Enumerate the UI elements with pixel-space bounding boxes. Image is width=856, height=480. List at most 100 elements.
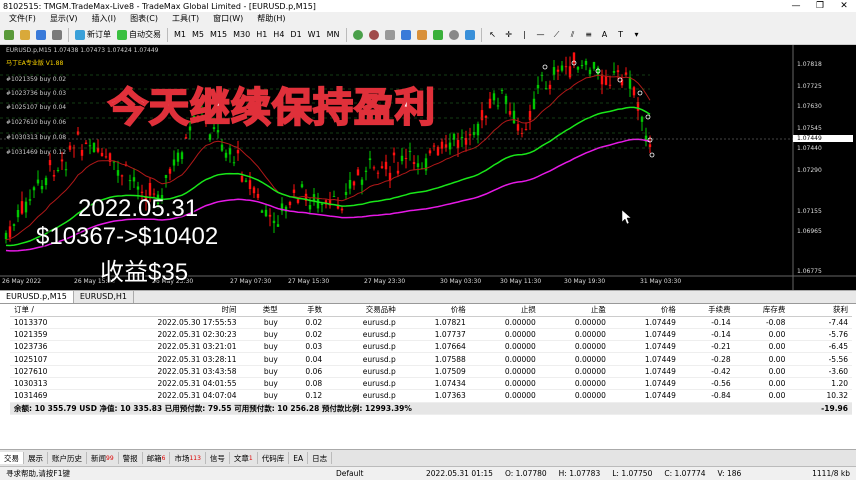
candle-body [288, 201, 292, 206]
menu-window[interactable]: 窗口(W) [206, 13, 250, 24]
candle-body [68, 145, 72, 150]
cursor-tool[interactable]: ↖ [486, 27, 500, 43]
price-chart[interactable]: EURUSD.p,M15 1.07438 1.07473 1.07424 1.0… [0, 45, 856, 290]
terminal-tab[interactable]: 文章 1 [230, 452, 258, 464]
menu-help[interactable]: 帮助(H) [250, 13, 292, 24]
status-profile[interactable]: Default [330, 469, 420, 478]
table-cell: 0.04 [281, 352, 327, 366]
indicators-button[interactable] [431, 27, 445, 43]
table-cell: 0.00000 [539, 377, 610, 391]
col-header[interactable]: 订单 / [10, 304, 85, 317]
col-header[interactable]: 价格 [399, 304, 470, 317]
terminal-tab[interactable]: 交易 [0, 452, 24, 464]
col-header[interactable]: 类型 [240, 304, 282, 317]
table-cell: -7.44 [789, 316, 852, 329]
col-header[interactable]: 手续费 [679, 304, 735, 317]
tile-windows-button[interactable] [383, 27, 397, 43]
candle-body [440, 141, 444, 149]
table-row[interactable]: 1030313 2022.05.31 04:01:55 buy 0.08 eurusd.… [10, 377, 852, 391]
candle-body [416, 163, 420, 168]
zoom-out-button[interactable] [367, 27, 381, 43]
candle-body [560, 65, 564, 71]
col-header[interactable]: 获利 [789, 304, 852, 317]
tf-h4[interactable]: H4 [271, 27, 286, 43]
menu-tools[interactable]: 工具(T) [165, 13, 206, 24]
terminal-tab[interactable]: 警报 [119, 452, 143, 464]
candle-body [244, 180, 248, 182]
candle-body [496, 105, 500, 107]
terminal-tab[interactable]: 账户历史 [48, 452, 87, 464]
terminal-tab[interactable]: 邮箱 6 [143, 452, 171, 464]
text-tool[interactable]: A [598, 27, 612, 43]
terminal-tab[interactable]: 信号 [206, 452, 230, 464]
tf-m30[interactable]: M30 [231, 27, 252, 43]
chart-tab-eurusd-h1[interactable]: EURUSD,H1 [74, 291, 135, 303]
navigator-button[interactable] [50, 27, 64, 43]
terminal-tab[interactable]: 展示 [24, 452, 48, 464]
trendline-tool[interactable]: ⟋ [550, 27, 564, 43]
autoscroll-button[interactable] [399, 27, 413, 43]
candle-body [164, 175, 168, 178]
minimize-button[interactable]: — [784, 1, 808, 11]
table-row[interactable]: 1021359 2022.05.31 02:30:23 buy 0.02 eurusd.… [10, 328, 852, 342]
crosshair-tool[interactable]: ✛ [502, 27, 516, 43]
time-label: 27 May 23:30 [364, 278, 406, 285]
col-header[interactable]: 手数 [281, 304, 327, 317]
horizontal-line-tool[interactable]: — [534, 27, 548, 43]
label-tool[interactable]: T [614, 27, 628, 43]
equidistant-channel-tool[interactable]: ⫽ [566, 27, 580, 43]
candle-body [400, 155, 404, 162]
col-header[interactable]: 交易品种 [326, 304, 400, 317]
menu-insert[interactable]: 插入(I) [85, 13, 124, 24]
menu-file[interactable]: 文件(F) [2, 13, 43, 24]
arrow-tool[interactable]: ▾ [630, 27, 644, 43]
terminal-tab[interactable]: 代码库 [258, 452, 290, 464]
col-header[interactable]: 价格 [609, 304, 680, 317]
table-cell: eurusd.p [326, 365, 400, 378]
candle-body [180, 152, 184, 160]
maximize-button[interactable]: ❐ [808, 1, 832, 11]
periods-button[interactable] [447, 27, 461, 43]
candle-body [524, 129, 528, 131]
terminal-tab[interactable]: EA [289, 452, 309, 464]
menu-view[interactable]: 显示(V) [43, 13, 85, 24]
candle-body [24, 201, 28, 213]
tf-d1[interactable]: D1 [288, 27, 303, 43]
terminal-tab[interactable]: 市场 113 [170, 452, 206, 464]
tf-m5[interactable]: M5 [190, 27, 206, 43]
close-button[interactable]: ✕ [832, 1, 856, 11]
tf-w1[interactable]: W1 [306, 27, 323, 43]
profiles-button[interactable] [18, 27, 32, 43]
terminal-tab[interactable]: 新闻 99 [87, 452, 119, 464]
candle-body [344, 191, 348, 195]
tf-mn[interactable]: MN [325, 27, 342, 43]
col-header[interactable]: 库存费 [734, 304, 790, 317]
tf-h1[interactable]: H1 [254, 27, 269, 43]
table-row[interactable]: 1025107 2022.05.31 03:28:11 buy 0.04 eurusd.… [10, 352, 852, 366]
zoom-in-button[interactable] [351, 27, 365, 43]
autotrade-button[interactable]: 自动交易 [115, 27, 163, 43]
col-header[interactable]: 时间 [84, 304, 241, 317]
new-order-button[interactable]: 新订单 [73, 27, 113, 43]
tf-m1[interactable]: M1 [172, 27, 188, 43]
table-cell: 0.00000 [469, 389, 540, 403]
col-header[interactable]: 止盈 [539, 304, 610, 317]
chart-tab-eurusd-m15[interactable]: EURUSD.p,M15 [0, 291, 74, 303]
market-watch-button[interactable] [34, 27, 48, 43]
table-row[interactable]: 1027610 2022.05.31 03:43:58 buy 0.06 eurusd.… [10, 365, 852, 378]
table-row[interactable]: 1013370 2022.05.30 17:55:53 buy 0.02 eurusd.… [10, 316, 852, 329]
candle-body [32, 187, 36, 191]
templates-button[interactable] [463, 27, 477, 43]
menu-chart[interactable]: 图表(C) [123, 13, 165, 24]
terminal-tab[interactable]: 日志 [308, 452, 333, 464]
chart-shift-button[interactable] [415, 27, 429, 43]
new-chart-button[interactable] [2, 27, 16, 43]
col-header[interactable]: 止损 [469, 304, 540, 317]
title-bar: 8102515: TMGM.TradeMax-Live8 - TradeMax … [0, 0, 856, 12]
trade-marker [649, 152, 655, 158]
vertical-line-tool[interactable]: | [518, 27, 532, 43]
tf-m15[interactable]: M15 [208, 27, 229, 43]
fibonacci-tool[interactable]: ≡ [582, 27, 596, 43]
table-row[interactable]: 1023736 2022.05.31 03:21:01 buy 0.03 eurusd.… [10, 340, 852, 354]
table-row[interactable]: 1031469 2022.05.31 04:07:04 buy 0.12 eurusd.… [10, 389, 852, 403]
